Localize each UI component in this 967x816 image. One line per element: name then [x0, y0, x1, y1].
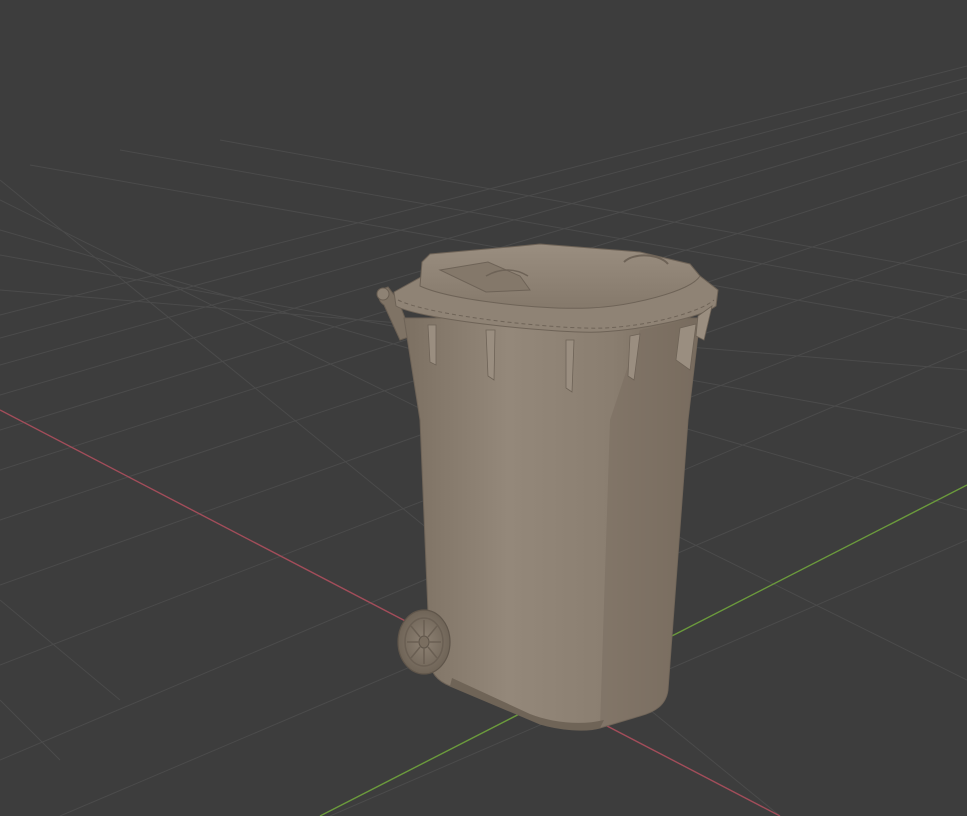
bin-wheel [397, 609, 451, 675]
wheelie-bin-model[interactable] [376, 243, 719, 731]
3d-viewport[interactable] [0, 0, 967, 816]
viewport-canvas[interactable] [0, 0, 967, 816]
